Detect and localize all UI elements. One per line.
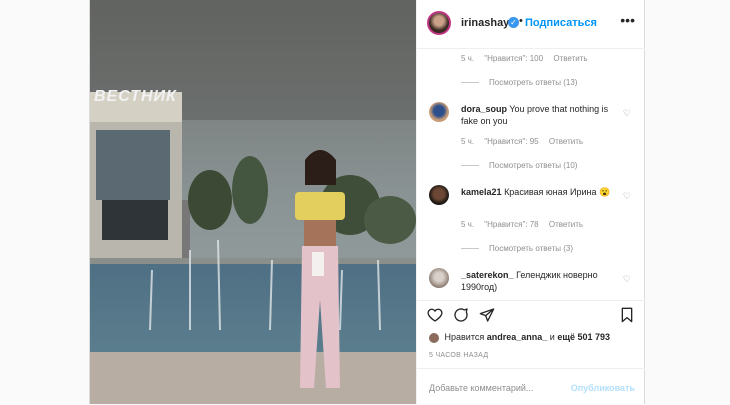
- replies-divider: [461, 165, 479, 167]
- post-header: irinashayk ✓ • Подписаться •••: [417, 0, 645, 49]
- likes-summary: Нравится andrea_anna_ и ещё 501 793: [429, 332, 610, 343]
- heart-icon[interactable]: ♡: [623, 191, 631, 202]
- view-replies-button[interactable]: Посмотреть ответы (3): [461, 244, 573, 253]
- comments-list[interactable]: 5 ч. "Нравится": 100 Ответить Посмотреть…: [417, 48, 645, 300]
- comment-time: 5 ч.: [461, 220, 475, 229]
- add-comment-bar: Добавьте комментарий... Опубликовать: [417, 368, 645, 405]
- avatar[interactable]: [429, 185, 449, 205]
- replies-divider: [461, 82, 479, 84]
- heart-icon[interactable]: [427, 307, 443, 323]
- view-replies-button[interactable]: Посмотреть ответы (13): [461, 78, 577, 87]
- likes-prefix: Нравится: [444, 332, 485, 342]
- avatar[interactable]: [427, 11, 451, 35]
- comment-time: 5 ч.: [461, 54, 475, 63]
- reply-button[interactable]: Ответить: [549, 220, 583, 229]
- comment-meta: 5 ч. "Нравится": 78 Ответить: [461, 220, 591, 229]
- post-photo[interactable]: ВЕСТНИК: [90, 0, 416, 404]
- comment-text: kamela21 Красивая юная Ирина 😮: [461, 186, 611, 198]
- avatar[interactable]: [429, 268, 449, 288]
- comment-username[interactable]: dora_soup: [461, 104, 507, 114]
- photo-image: [90, 0, 416, 404]
- view-replies-label: Посмотреть ответы (3): [489, 244, 574, 253]
- post-container: ВЕСТНИК irinashayk ✓ • Подписаться ••• 5…: [89, 0, 645, 404]
- reply-button[interactable]: Ответить: [549, 137, 583, 146]
- replies-divider: [461, 248, 479, 250]
- comment-likes[interactable]: "Нравится": 78: [484, 220, 538, 229]
- comment-likes[interactable]: "Нравится": 100: [484, 54, 543, 63]
- comment-likes[interactable]: "Нравится": 95: [484, 137, 538, 146]
- view-replies-label: Посмотреть ответы (13): [489, 78, 578, 87]
- share-icon[interactable]: [479, 307, 495, 323]
- view-replies-button[interactable]: Посмотреть ответы (10): [461, 161, 577, 170]
- follow-button[interactable]: Подписаться: [525, 17, 597, 29]
- comment-text: dora_soup You prove that nothing is fake…: [461, 103, 611, 127]
- comment-time: 5 ч.: [461, 137, 475, 146]
- comment-username[interactable]: kamela21: [461, 187, 502, 197]
- more-icon[interactable]: •••: [620, 12, 635, 28]
- heart-icon[interactable]: ♡: [623, 274, 631, 285]
- view-replies-label: Посмотреть ответы (10): [489, 161, 578, 170]
- heart-icon[interactable]: ♡: [623, 108, 631, 119]
- verified-icon: ✓: [508, 17, 519, 28]
- avatar[interactable]: [429, 102, 449, 122]
- likes-mid: и: [549, 332, 555, 342]
- comment-username[interactable]: _saterekon_: [461, 270, 514, 280]
- liker-username[interactable]: andrea_anna_: [487, 332, 548, 342]
- bookmark-icon[interactable]: [619, 307, 635, 323]
- likes-count[interactable]: ещё 501 793: [557, 332, 610, 342]
- comment-meta: 5 ч. "Нравится": 95 Ответить: [461, 137, 591, 146]
- comment-text: _saterekon_ Геленджик новерно 1990год): [461, 269, 611, 293]
- post-side-panel: irinashayk ✓ • Подписаться ••• 5 ч. "Нра…: [416, 0, 645, 404]
- comment-input[interactable]: Добавьте комментарий...: [429, 383, 533, 393]
- reply-button[interactable]: Ответить: [553, 54, 587, 63]
- liker-avatar: [429, 332, 439, 343]
- building-sign: ВЕСТНИК: [94, 88, 177, 105]
- post-time[interactable]: 5 ЧАСОВ НАЗАД: [429, 352, 488, 359]
- comment-icon[interactable]: [453, 307, 469, 323]
- comment-body: Красивая юная Ирина 😮: [504, 187, 611, 197]
- separator-dot: •: [519, 15, 523, 27]
- action-bar: [417, 300, 645, 327]
- comment-meta: 5 ч. "Нравится": 100 Ответить: [461, 54, 596, 63]
- publish-button[interactable]: Опубликовать: [571, 383, 635, 393]
